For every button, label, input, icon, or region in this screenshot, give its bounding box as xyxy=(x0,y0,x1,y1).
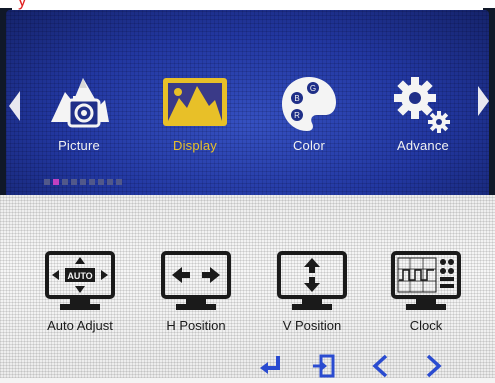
menu-item-label: Advance xyxy=(397,138,449,153)
svg-text:G: G xyxy=(310,84,316,93)
clock-icon xyxy=(390,250,462,317)
menu-scroll-left-arrow[interactable] xyxy=(9,91,20,121)
enter-button[interactable] xyxy=(258,354,282,378)
svg-text:R: R xyxy=(294,111,300,120)
page-dot xyxy=(62,179,68,185)
page-dot xyxy=(116,179,122,185)
auto-icon-text: AUTO xyxy=(67,271,92,281)
auto-adjust-icon: AUTO xyxy=(44,250,116,317)
menu-item-display[interactable]: Display xyxy=(150,70,240,158)
sub-item-auto-adjust[interactable]: AUTO Auto Adjust xyxy=(30,250,130,340)
page-dot xyxy=(71,179,77,185)
svg-text:B: B xyxy=(294,94,299,103)
sub-item-label: H Position xyxy=(166,318,226,333)
menu-item-label: Picture xyxy=(58,138,100,153)
page-dot xyxy=(80,179,86,185)
sub-item-label: Auto Adjust xyxy=(47,318,113,333)
palette-icon: G B R xyxy=(279,74,339,139)
previous-icon xyxy=(372,354,388,378)
page-dot xyxy=(98,179,104,185)
page-indicator xyxy=(44,179,122,185)
sub-item-clock[interactable]: Clock xyxy=(376,250,476,340)
next-icon xyxy=(426,354,442,378)
page-dot xyxy=(107,179,113,185)
exit-icon xyxy=(313,354,335,378)
exit-button[interactable] xyxy=(311,354,335,378)
enter-icon xyxy=(260,356,280,374)
menu-item-advance[interactable]: Advance xyxy=(378,70,468,158)
gears-icon xyxy=(391,76,455,141)
menu-scroll-right-arrow[interactable] xyxy=(478,86,489,116)
menu-item-picture[interactable]: Picture xyxy=(34,70,124,158)
h-position-icon xyxy=(160,250,232,317)
sub-item-v-position[interactable]: V Position xyxy=(262,250,362,340)
v-position-icon xyxy=(276,250,348,317)
sub-item-label: V Position xyxy=(282,318,342,333)
sub-item-label: Clock xyxy=(409,318,443,333)
display-icon xyxy=(161,76,229,137)
menu-item-label: Color xyxy=(292,138,326,153)
previous-button[interactable] xyxy=(370,354,390,378)
picture-icon xyxy=(47,70,111,139)
page-dot xyxy=(44,179,50,185)
page-dot xyxy=(89,179,95,185)
menu-item-color[interactable]: G B R Color xyxy=(264,70,354,158)
sub-item-h-position[interactable]: H Position xyxy=(146,250,246,340)
menu-item-label: Display xyxy=(172,138,218,153)
page-dot-active xyxy=(53,179,59,185)
next-button[interactable] xyxy=(424,354,444,378)
